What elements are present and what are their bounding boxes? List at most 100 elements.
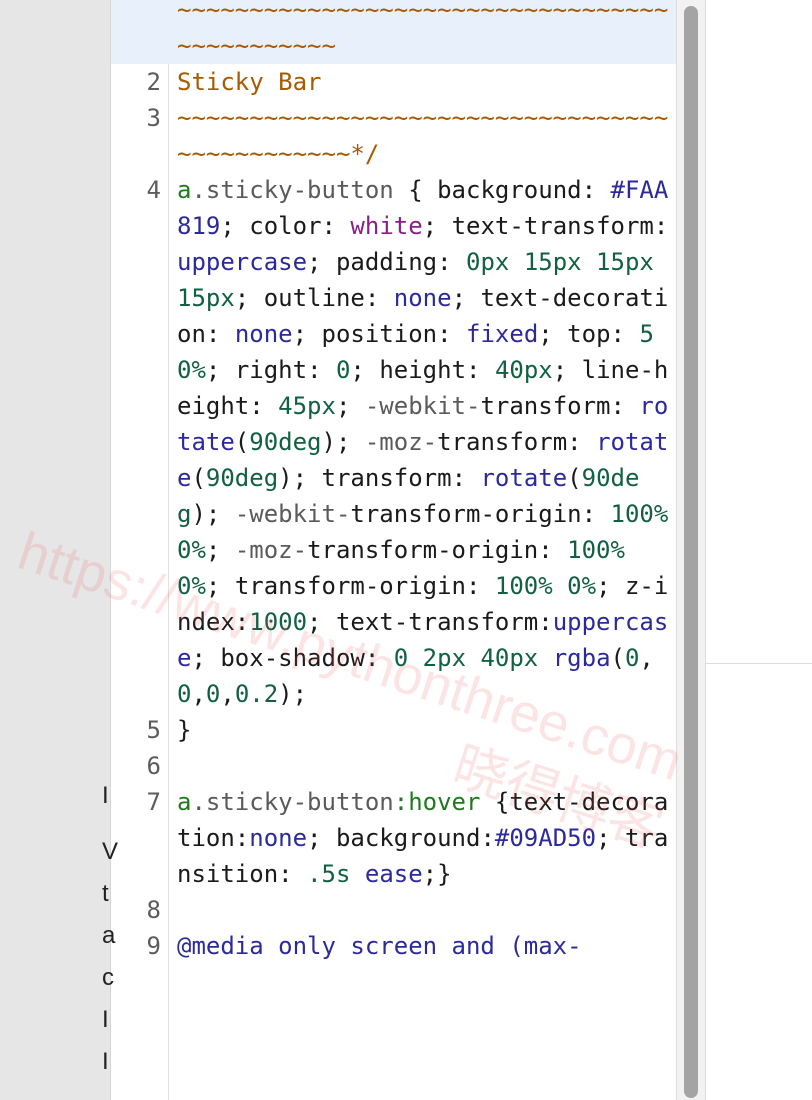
code-token: 45px xyxy=(278,392,336,420)
line-text: a.sticky-button { background: #FAA819; c… xyxy=(177,172,673,712)
code-token: none xyxy=(393,284,452,312)
code-token: ; xyxy=(220,212,250,240)
code-token: rotate xyxy=(480,464,568,492)
code-line[interactable]: 7 a.sticky-button:hover {text-decoration:… xyxy=(111,784,677,892)
code-token: : xyxy=(234,608,250,636)
code-line[interactable]: 5} xyxy=(111,712,677,748)
line-number: 7 xyxy=(146,788,161,816)
code-line[interactable]: 6 xyxy=(111,748,677,784)
line-number: 2 xyxy=(146,68,161,96)
code-token: background xyxy=(335,824,481,852)
code-token: ( xyxy=(567,464,582,492)
line-text: } xyxy=(177,712,673,748)
code-token: ( xyxy=(610,644,625,672)
line-text: a.sticky-button:hover {text-decoration:n… xyxy=(177,784,673,892)
code-token: : xyxy=(581,500,611,528)
code-token: : xyxy=(466,572,495,600)
code-line[interactable]: 4 a.sticky-button { background: #FAA819; … xyxy=(111,172,677,712)
right-panel-divider xyxy=(706,663,812,664)
code-token: : xyxy=(278,860,308,888)
code-token: padding xyxy=(335,248,438,276)
code-token: rgba xyxy=(552,644,611,672)
line-text: ~~~~~~~~~~~~~~~~~~~~~~~~~~~~~~~~~~~~~~~~… xyxy=(177,0,673,64)
code-token: ; xyxy=(191,644,221,672)
code-token: : xyxy=(364,284,394,312)
code-token: 0 xyxy=(205,680,221,708)
code-token: 0 xyxy=(335,356,351,384)
code-token: color xyxy=(249,212,322,240)
line-number: 5 xyxy=(146,716,161,744)
code-line[interactable]: 9 @media only screen and (max- xyxy=(111,928,677,964)
code-token: , xyxy=(220,680,235,708)
code-token: 90deg xyxy=(205,464,279,492)
code-token: ; xyxy=(307,248,336,276)
code-token: transform-origin xyxy=(307,536,539,564)
code-token: ); xyxy=(191,500,235,528)
code-token: background xyxy=(437,176,582,204)
code-content[interactable]: ~~~~~~~~~~~~~~~~~~~~~~~~~~~~~~~~~~~~~~~~… xyxy=(111,0,677,964)
code-token: : xyxy=(581,176,611,204)
code-token: : xyxy=(480,824,495,852)
code-token: ~~~~~~~~~~~~~~~~~~~~~~~~~~~~~~~~~~~~~~~~… xyxy=(177,104,669,168)
code-token: box-shadow xyxy=(220,644,365,672)
code-line[interactable]: 2 Sticky Bar xyxy=(111,64,677,100)
code-token: : xyxy=(249,392,279,420)
right-panel xyxy=(705,0,812,1100)
code-token: ; xyxy=(335,392,365,420)
code-token: { xyxy=(393,176,438,204)
line-number: 4 xyxy=(146,176,161,204)
code-token: ; xyxy=(538,320,568,348)
code-token: ); xyxy=(321,428,365,456)
code-token: transform xyxy=(480,392,611,420)
right-panel-letter: c xyxy=(102,964,114,991)
code-token: 100% 0% xyxy=(494,572,597,600)
code-token: : xyxy=(321,212,351,240)
line-text: @media only screen and (max- xyxy=(177,928,673,964)
code-token: ; xyxy=(307,824,336,852)
line-number: 6 xyxy=(146,752,161,780)
line-text: ~~~~~~~~~~~~~~~~~~~~~~~~~~~~~~~~~~~~~~~~… xyxy=(177,100,673,172)
code-token: , xyxy=(639,644,654,672)
code-token: :hover xyxy=(393,788,481,816)
code-token: @media only screen and (max- xyxy=(177,932,582,960)
code-token: outline xyxy=(263,284,365,312)
code-token: ; xyxy=(234,284,264,312)
code-token: : xyxy=(538,608,553,636)
code-token: : xyxy=(451,464,481,492)
code-token: 40px xyxy=(494,356,553,384)
code-token: 0 xyxy=(177,680,192,708)
code-token: transform xyxy=(437,428,568,456)
code-token: .5s xyxy=(307,860,351,888)
code-token: { xyxy=(480,788,510,816)
code-line[interactable]: 3 ~~~~~~~~~~~~~~~~~~~~~~~~~~~~~~~~~~~~~~~… xyxy=(111,100,677,172)
code-line[interactable]: ~~~~~~~~~~~~~~~~~~~~~~~~~~~~~~~~~~~~~~~~… xyxy=(111,0,677,64)
left-background xyxy=(0,0,110,1100)
code-token: text-transform xyxy=(451,212,654,240)
code-token: -webkit- xyxy=(364,392,481,420)
code-token: height xyxy=(379,356,467,384)
code-token: a xyxy=(177,176,192,204)
code-token: position xyxy=(321,320,438,348)
code-token: ); xyxy=(278,680,308,708)
line-number: 3 xyxy=(146,104,161,132)
line-number: 8 xyxy=(146,896,161,924)
code-token: -webkit- xyxy=(234,500,351,528)
code-token: ~~~~~~~~~~~~~~~~~~~~~~~~~~~~~~~~~~~~~~~~… xyxy=(177,0,669,60)
line-text xyxy=(177,892,673,928)
code-line[interactable]: 8 xyxy=(111,892,677,928)
code-token: : xyxy=(307,356,336,384)
code-token: ; xyxy=(422,212,452,240)
scrollbar-thumb[interactable] xyxy=(684,6,698,1098)
code-token: ; xyxy=(292,320,322,348)
code-token: ; xyxy=(205,356,235,384)
code-token: -moz- xyxy=(364,428,438,456)
code-token: ; xyxy=(205,536,235,564)
code-token: .sticky-button xyxy=(191,176,394,204)
right-panel-letter: t xyxy=(102,880,109,907)
right-panel-letter: I xyxy=(102,1048,109,1075)
code-editor[interactable]: ~~~~~~~~~~~~~~~~~~~~~~~~~~~~~~~~~~~~~~~~… xyxy=(110,0,677,1100)
code-token: : xyxy=(610,392,640,420)
code-token: 90deg xyxy=(249,428,322,456)
code-token: transform-origin xyxy=(234,572,466,600)
